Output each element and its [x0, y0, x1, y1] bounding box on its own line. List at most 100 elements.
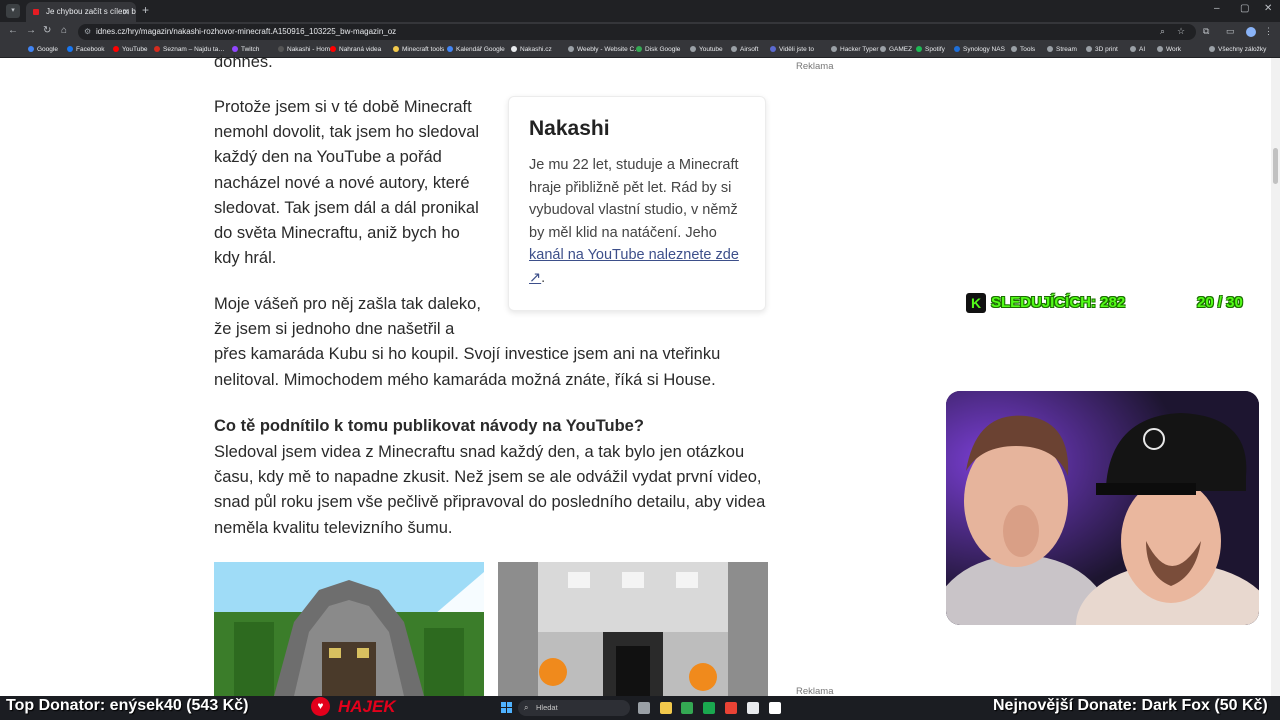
tab-close-icon[interactable]: ✕ — [122, 2, 130, 22]
external-link-icon: ↗ — [529, 269, 542, 286]
bookmark-label: Facebook — [76, 46, 105, 53]
taskbar-app-icon[interactable] — [769, 702, 781, 714]
bookmark-item[interactable]: Viděli jste to — [770, 42, 814, 58]
profile-card: Nakashi Je mu 22 let, studuje a Minecraf… — [508, 96, 766, 311]
bookmark-label: Stream — [1056, 46, 1077, 53]
bookmark-label: Weebly - Website C… — [577, 46, 641, 53]
tab-active[interactable]: Je chybou začít s cílem být bohatý… ✕ — [26, 2, 136, 22]
bookmark-label: Nakashi.cz — [520, 46, 552, 53]
maximize-icon[interactable]: ▢ — [1240, 3, 1249, 14]
profile-text: Je mu 22 let, studuje a Minecraft hraje … — [529, 157, 739, 241]
ad-label: Reklama — [796, 61, 834, 72]
bookmark-item[interactable]: Stream — [1047, 42, 1077, 58]
taskbar-search-placeholder: Hledat — [536, 703, 558, 712]
minecraft-room-image[interactable] — [498, 562, 768, 696]
menu-icon[interactable]: ⋮ — [1264, 26, 1273, 37]
bookmark-label: Google — [37, 46, 58, 53]
bookmark-item[interactable]: Nakashi.cz — [511, 42, 552, 58]
bookmark-item[interactable]: YouTube — [113, 42, 148, 58]
bookmark-label: Minecraft tools — [402, 46, 445, 53]
tab-search-icon[interactable]: ▾ — [6, 4, 20, 18]
taskbar-app-icon[interactable] — [681, 702, 693, 714]
bookmark-favicon-icon — [278, 46, 284, 52]
bookmark-label: Nakashi - Home — [287, 46, 334, 53]
favicon-icon — [33, 9, 39, 15]
sidebar-icon[interactable]: ▭ — [1226, 26, 1235, 37]
scrollbar-thumb[interactable] — [1273, 148, 1278, 184]
zoom-icon[interactable]: ⌕ — [1160, 26, 1165, 37]
bookmark-item[interactable]: Kalendář Google — [447, 42, 505, 58]
bookmark-item[interactable]: Všechny záložky — [1209, 42, 1266, 58]
bookmark-favicon-icon — [67, 46, 73, 52]
followers-count: SLEDUJÍCÍCH: 282 — [991, 294, 1126, 311]
forward-icon[interactable]: → — [26, 25, 36, 36]
bookmark-favicon-icon — [831, 46, 837, 52]
bookmark-label: Tools — [1020, 46, 1036, 53]
bookmark-star-icon[interactable]: ☆ — [1177, 26, 1185, 37]
close-window-icon[interactable]: ✕ — [1264, 3, 1272, 14]
bookmark-favicon-icon — [1209, 46, 1215, 52]
browser-toolbar: ← → ↻ ⌂ ⚙ idnes.cz/hry/magazin/nakashi-r… — [0, 22, 1280, 42]
bookmark-item[interactable]: Work — [1157, 42, 1181, 58]
site-info-icon[interactable]: ⚙ — [84, 24, 91, 40]
bookmark-item[interactable]: Youtube — [690, 42, 723, 58]
new-tab-icon[interactable]: + — [142, 3, 149, 17]
bookmark-favicon-icon — [1130, 46, 1136, 52]
address-bar[interactable]: ⚙ idnes.cz/hry/magazin/nakashi-rozhovor-… — [78, 24, 1196, 40]
link-suffix: . — [541, 269, 546, 286]
profile-avatar[interactable] — [1246, 27, 1256, 37]
bookmark-item[interactable]: Synology NAS — [954, 42, 1005, 58]
minecraft-temple-image[interactable] — [214, 562, 484, 696]
minimize-icon[interactable]: – — [1214, 3, 1220, 14]
taskbar-app-icon[interactable] — [660, 702, 672, 714]
bookmark-item[interactable]: Facebook — [67, 42, 105, 58]
back-icon[interactable]: ← — [8, 25, 18, 36]
bookmark-item[interactable]: Spotify — [916, 42, 945, 58]
taskbar-app-icon[interactable] — [703, 702, 715, 714]
top-donator-text: Top Donator: enýsek40 (543 Kč) — [6, 697, 249, 714]
bookmark-favicon-icon — [330, 46, 336, 52]
home-icon[interactable]: ⌂ — [61, 25, 67, 36]
reload-icon[interactable]: ↻ — [43, 25, 51, 36]
bookmark-favicon-icon — [916, 46, 922, 52]
windows-start-icon[interactable] — [501, 702, 513, 714]
bookmark-item[interactable]: Disk Google — [636, 42, 680, 58]
bookmark-favicon-icon — [690, 46, 696, 52]
bookmark-favicon-icon — [113, 46, 119, 52]
bookmark-label: Work — [1166, 46, 1182, 53]
profile-description: Je mu 22 let, studuje a Minecraft hraje … — [529, 154, 745, 289]
browser-tab-bar: ▾ Je chybou začít s cílem být bohatý… ✕ … — [0, 0, 1280, 22]
bookmark-label: Airsoft — [740, 46, 759, 53]
bookmark-item[interactable]: Google — [28, 42, 58, 58]
bookmark-label: 3D print — [1095, 46, 1118, 53]
bookmark-item[interactable]: Minecraft tools — [393, 42, 444, 58]
page-scrollbar[interactable] — [1271, 58, 1280, 696]
bookmark-favicon-icon — [447, 46, 453, 52]
bookmark-item[interactable]: Airsoft — [731, 42, 758, 58]
taskbar-app-icon[interactable] — [747, 702, 759, 714]
bookmark-favicon-icon — [1047, 46, 1053, 52]
bookmark-item[interactable]: AI — [1130, 42, 1145, 58]
taskbar-app-icon[interactable] — [638, 702, 650, 714]
bookmark-label: GAMEZ — [889, 46, 913, 53]
webcam-feed — [946, 391, 1259, 625]
bookmark-item[interactable]: GAMEZ — [880, 42, 912, 58]
bookmark-favicon-icon — [393, 46, 399, 52]
taskbar-app-icon[interactable] — [725, 702, 737, 714]
search-icon: ⌕ — [524, 703, 529, 712]
taskbar-search-input[interactable]: ⌕ Hledat — [518, 700, 630, 716]
bookmark-item[interactable]: Tools — [1011, 42, 1035, 58]
article-paragraph: Protože jsem si v té době Minecraft nemo… — [214, 98, 480, 268]
bookmark-item[interactable]: Weebly - Website C… — [568, 42, 641, 58]
profile-name: Nakashi — [529, 117, 610, 140]
bookmark-item[interactable]: Nahraná videa — [330, 42, 381, 58]
follower-goal: 20 / 30 — [1197, 294, 1243, 311]
bookmark-item[interactable]: Nakashi - Home — [278, 42, 334, 58]
bookmark-favicon-icon — [1086, 46, 1092, 52]
youtube-channel-link[interactable]: kanál na YouTube naleznete zde ↗ — [529, 247, 739, 286]
bookmark-label: AI — [1139, 46, 1146, 53]
extensions-icon[interactable]: ⧉ — [1203, 26, 1209, 37]
bookmark-label: Spotify — [925, 46, 945, 53]
bookmark-item[interactable]: 3D print — [1086, 42, 1118, 58]
bookmark-item[interactable]: Hacker Typer — [831, 42, 879, 58]
